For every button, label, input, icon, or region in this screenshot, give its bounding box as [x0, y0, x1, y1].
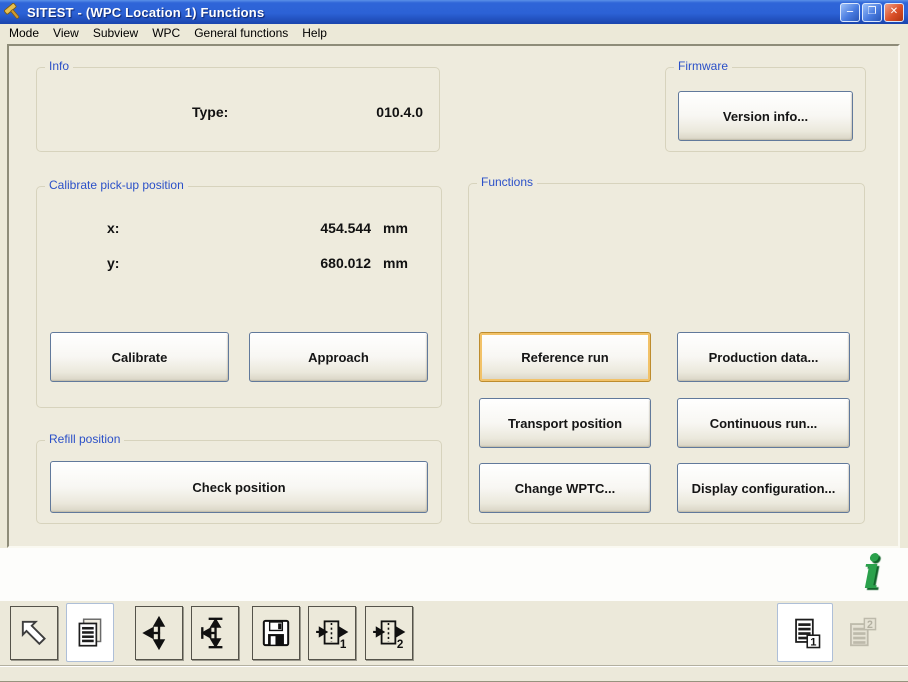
toolbar: 1 2: [0, 601, 908, 666]
titlebar[interactable]: SITEST - (WPC Location 1) Functions ─ ❐ …: [0, 0, 908, 24]
exit-arrow-button[interactable]: [10, 606, 58, 660]
y-unit: mm: [383, 255, 408, 271]
move-axes-button[interactable]: [135, 606, 183, 660]
view-1-button[interactable]: 1: [777, 603, 833, 662]
view-2-icon: 2: [842, 614, 880, 652]
info-group-label: Info: [45, 59, 73, 73]
check-position-button[interactable]: Check position: [50, 461, 428, 513]
table-view-icon: [72, 615, 108, 651]
type-value: 010.4.0: [323, 104, 423, 120]
svg-text:1: 1: [810, 636, 816, 648]
svg-text:2: 2: [397, 638, 403, 651]
x-label: x:: [107, 220, 119, 236]
save-button[interactable]: [252, 606, 300, 660]
calibrate-pickup-group: Calibrate pick-up position x: 454.544 mm…: [36, 186, 442, 408]
measure-axes-icon: [197, 615, 233, 651]
approach-position-2-button[interactable]: 2: [365, 606, 413, 660]
x-unit: mm: [383, 220, 408, 236]
functions-group: Functions Reference run Production data.…: [468, 183, 865, 524]
floppy-save-icon: [258, 615, 294, 651]
calibrate-group-label: Calibrate pick-up position: [45, 178, 188, 192]
menu-general-functions[interactable]: General functions: [187, 25, 295, 41]
measure-axes-button[interactable]: [191, 606, 239, 660]
display-configuration-button[interactable]: Display configuration...: [677, 463, 850, 513]
y-label: y:: [107, 255, 119, 271]
type-label: Type:: [192, 104, 228, 120]
transport-position-button[interactable]: Transport position: [479, 398, 651, 448]
menu-wpc[interactable]: WPC: [145, 25, 187, 41]
info-group: Info Type: 010.4.0: [36, 67, 440, 152]
continuous-run-button[interactable]: Continuous run...: [677, 398, 850, 448]
x-value: 454.544: [197, 220, 371, 236]
window-controls: ─ ❐ ✕: [840, 3, 904, 22]
svg-text:1: 1: [340, 638, 347, 651]
svg-text:2: 2: [867, 619, 873, 631]
menu-subview[interactable]: Subview: [86, 25, 145, 41]
view-2-button-disabled: 2: [838, 606, 884, 660]
refill-group-label: Refill position: [45, 432, 124, 446]
approach-position-2-icon: 2: [371, 615, 407, 651]
menu-bar: Mode View Subview WPC General functions …: [0, 24, 908, 42]
close-button[interactable]: ✕: [884, 3, 904, 22]
status-strip: [0, 666, 908, 682]
view-table-button[interactable]: [66, 603, 114, 662]
view-1-icon: 1: [786, 614, 824, 652]
minimize-button[interactable]: ─: [840, 3, 860, 22]
hammer-app-icon: [4, 3, 22, 21]
menu-help[interactable]: Help: [295, 25, 334, 41]
refill-position-group: Refill position Check position: [36, 440, 442, 524]
change-wptc-button[interactable]: Change WPTC...: [479, 463, 651, 513]
y-value: 680.012: [197, 255, 371, 271]
menu-view[interactable]: View: [46, 25, 86, 41]
firmware-group-label: Firmware: [674, 59, 732, 73]
menu-mode[interactable]: Mode: [2, 25, 46, 41]
app-window: SITEST - (WPC Location 1) Functions ─ ❐ …: [0, 0, 908, 682]
window-title: SITEST - (WPC Location 1) Functions: [27, 5, 834, 20]
exit-arrow-icon: [15, 614, 53, 652]
lower-strip: [0, 548, 908, 601]
functions-group-label: Functions: [477, 175, 537, 189]
approach-position-1-button[interactable]: 1: [308, 606, 356, 660]
firmware-group: Firmware Version info...: [665, 67, 866, 152]
restore-button[interactable]: ❐: [862, 3, 882, 22]
version-info-button[interactable]: Version info...: [678, 91, 853, 141]
move-axes-icon: [141, 615, 177, 651]
calibrate-button[interactable]: Calibrate: [50, 332, 229, 382]
info-icon: i: [850, 546, 894, 598]
approach-button[interactable]: Approach: [249, 332, 428, 382]
reference-run-button[interactable]: Reference run: [479, 332, 651, 382]
approach-position-1-icon: 1: [314, 615, 350, 651]
production-data-button[interactable]: Production data...: [677, 332, 850, 382]
